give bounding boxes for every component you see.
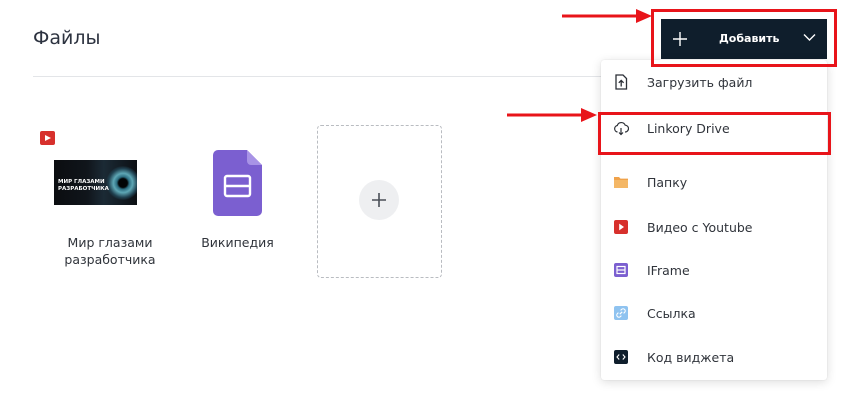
menu-item-label: IFrame xyxy=(647,263,690,278)
add-file-tile[interactable] xyxy=(317,125,442,278)
video-thumbnail[interactable]: МИР ГЛАЗАМИ РАЗРАБОТЧИКА xyxy=(54,160,137,205)
menu-item-youtube-video[interactable]: Видео с Youtube xyxy=(601,209,827,245)
menu-item-label: Ссылка xyxy=(647,306,696,321)
menu-item-label: Загрузить файл xyxy=(647,75,753,90)
link-icon xyxy=(614,306,628,320)
menu-item-label: Код виджета xyxy=(647,350,735,365)
add-dropdown-menu: Загрузить файл Linkory Drive Папку Видео… xyxy=(601,60,827,380)
thumbnail-text: МИР ГЛАЗАМИ РАЗРАБОТЧИКА xyxy=(58,179,109,192)
eye-image xyxy=(106,166,137,200)
menu-item-iframe[interactable]: IFrame xyxy=(601,252,827,288)
add-circle xyxy=(359,180,399,220)
annotation-arrow-icon xyxy=(562,9,652,23)
menu-item-label: Видео с Youtube xyxy=(647,220,753,235)
page-title: Файлы xyxy=(33,27,101,49)
upload-file-icon xyxy=(615,74,628,90)
menu-item-label: Папку xyxy=(647,175,688,190)
folder-icon xyxy=(614,177,628,188)
header-divider xyxy=(33,76,603,77)
plus-icon xyxy=(372,193,386,207)
widget-code-icon xyxy=(614,350,628,364)
youtube-badge-icon xyxy=(40,131,55,145)
annotation-highlight-box xyxy=(598,112,831,155)
youtube-icon xyxy=(614,220,628,234)
menu-item-widget-code[interactable]: Код виджета xyxy=(601,339,827,375)
annotation-arrow-icon xyxy=(507,108,597,122)
menu-item-folder[interactable]: Папку xyxy=(601,164,827,200)
menu-item-upload-file[interactable]: Загрузить файл xyxy=(601,64,827,100)
menu-item-link[interactable]: Ссылка xyxy=(601,295,827,331)
iframe-icon xyxy=(614,263,628,277)
iframe-document-icon[interactable] xyxy=(213,150,262,216)
file-name-wikipedia[interactable]: Википедия xyxy=(190,234,285,251)
file-name-video[interactable]: Мир глазами разработчика xyxy=(40,234,180,268)
annotation-highlight-box xyxy=(651,9,837,67)
